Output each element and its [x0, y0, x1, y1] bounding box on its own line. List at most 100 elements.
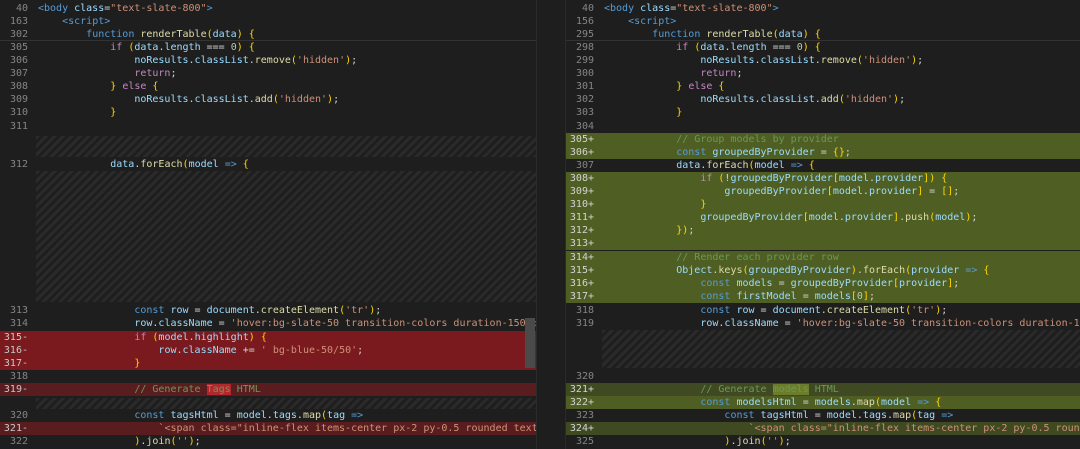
- diff-pane-modified[interactable]: 40 <body class="text-slate-800"> 156 <scr…: [566, 0, 1080, 449]
- code-token: <body: [604, 3, 641, 14]
- code-line[interactable]: 308 } else {: [0, 80, 536, 93]
- added-line[interactable]: 310+ }: [566, 198, 1080, 211]
- code-line[interactable]: 312 data.forEach(model => {: [0, 158, 536, 171]
- code-token: const: [700, 278, 737, 289]
- diff-pane-original[interactable]: 40 <body class="text-slate-800"> 163 <scr…: [0, 0, 536, 449]
- code-token: noResults: [700, 94, 755, 105]
- code-line[interactable]: 298 if (data.length === 0) {: [566, 41, 1080, 54]
- code-token: forEach: [862, 265, 906, 276]
- code-token: ;: [194, 436, 201, 447]
- code-token: row: [170, 305, 189, 316]
- code-token: tagsHtml: [760, 410, 809, 421]
- code-line[interactable]: 311: [0, 120, 536, 133]
- code-token: model: [880, 397, 912, 408]
- code-line[interactable]: 300 return;: [566, 67, 1080, 80]
- code-line[interactable]: 318 const row = document.createElement('…: [566, 304, 1080, 317]
- code-line[interactable]: 306 noResults.classList.remove('hidden')…: [0, 54, 536, 67]
- code-token: tags: [862, 410, 888, 421]
- added-line[interactable]: 315+ Object.keys(groupedByProvider).forE…: [566, 264, 1080, 277]
- added-line[interactable]: 311+ groupedByProvider[model.provider].p…: [566, 211, 1080, 224]
- code-line[interactable]: 307 return;: [0, 67, 536, 80]
- code-line[interactable]: 302 noResults.classList.add('hidden');: [566, 93, 1080, 106]
- code-line[interactable]: 307 data.forEach(model => {: [566, 159, 1080, 172]
- code-token: 'hidden': [844, 94, 894, 105]
- deleted-line[interactable]: 317- }: [0, 357, 536, 370]
- added-line[interactable]: 313+: [566, 237, 1080, 250]
- code-token: provider: [911, 265, 960, 276]
- added-line[interactable]: 321+ // Generate models HTML: [566, 383, 1080, 396]
- sticky-scroll-line[interactable]: 163 <script>: [0, 15, 536, 28]
- deleted-line[interactable]: 315- if (model.highlight) {: [0, 331, 536, 344]
- code-token: // Group models by provider: [676, 134, 839, 145]
- code-token: classList: [194, 55, 249, 66]
- added-line[interactable]: 305+ // Group models by provider: [566, 133, 1080, 146]
- code-token: provider: [868, 186, 918, 197]
- code-token: function: [652, 29, 707, 40]
- code-token: =>: [351, 410, 364, 421]
- pane-divider[interactable]: [536, 0, 566, 449]
- sticky-scroll-line[interactable]: 40 <body class="text-slate-800">: [0, 2, 536, 15]
- added-line[interactable]: 314+ // Render each provider row: [566, 251, 1080, 264]
- code-token: =: [212, 318, 231, 329]
- code-token: // Generate: [700, 384, 773, 395]
- sticky-scroll-line[interactable]: 302 function renderTable(data) {: [0, 28, 536, 41]
- added-line[interactable]: 322+ const modelsHtml = models.map(model…: [566, 396, 1080, 409]
- added-line[interactable]: 312+ });: [566, 224, 1080, 237]
- code-token: }: [110, 107, 117, 118]
- code-token: firstModel: [736, 291, 797, 302]
- code-token: remove: [254, 55, 291, 66]
- code-line[interactable]: 318: [0, 370, 536, 383]
- code-token: if: [134, 332, 153, 343]
- code-line[interactable]: 301 } else {: [566, 80, 1080, 93]
- code-token: highlight: [194, 332, 249, 343]
- code-token: // Generate: [134, 384, 207, 395]
- code-token: provider: [844, 212, 894, 223]
- code-token: data: [134, 42, 159, 53]
- code-line[interactable]: 310 }: [0, 106, 536, 119]
- code-token: add: [820, 94, 839, 105]
- code-line[interactable]: 313 const row = document.createElement('…: [0, 304, 536, 317]
- code-line[interactable]: 322 ).join('');: [0, 435, 536, 448]
- sticky-scroll-line[interactable]: 156 <script>: [566, 15, 1080, 28]
- code-token: =: [772, 278, 791, 289]
- added-line[interactable]: 317+ const firstModel = models[0];: [566, 290, 1080, 303]
- code-line[interactable]: 319 row.className = 'hover:bg-slate-50 t…: [566, 317, 1080, 330]
- code-token: model: [935, 212, 966, 223]
- code-line[interactable]: 305 if (data.length === 0) {: [0, 41, 536, 54]
- deleted-line[interactable]: 321- `<span class="inline-flex items-cen…: [0, 422, 536, 435]
- added-line[interactable]: 306+ const groupedByProvider = {};: [566, 146, 1080, 159]
- code-token: provider: [899, 278, 948, 289]
- code-token: ;: [375, 305, 382, 316]
- code-line[interactable]: 303 }: [566, 106, 1080, 119]
- added-line[interactable]: 324+ `<span class="inline-flex items-cen…: [566, 422, 1080, 435]
- code-line[interactable]: 320 const tagsHtml = model.tags.map(tag …: [0, 409, 536, 422]
- added-line[interactable]: 316+ const models = groupedByProvider[pr…: [566, 277, 1080, 290]
- sticky-scroll-line[interactable]: 295 function renderTable(data) {: [566, 28, 1080, 41]
- code-line[interactable]: 309 noResults.classList.add('hidden');: [0, 93, 536, 106]
- code-line[interactable]: 323 const tagsHtml = model.tags.map(tag …: [566, 409, 1080, 422]
- code-token: if: [700, 173, 719, 184]
- deleted-line[interactable]: 319- // Generate Tags HTML: [0, 383, 536, 396]
- added-line[interactable]: 308+ if (!groupedByProvider[model.provid…: [566, 172, 1080, 185]
- added-line[interactable]: 309+ groupedByProvider[model.provider] =…: [566, 185, 1080, 198]
- code-line[interactable]: 304: [566, 120, 1080, 133]
- code-line[interactable]: 314 row.className = 'hover:bg-slate-50 t…: [0, 317, 536, 330]
- code-line[interactable]: 320: [566, 370, 1080, 383]
- sticky-scroll-line[interactable]: 40 <body class="text-slate-800">: [566, 2, 1080, 15]
- diff-filler: [36, 171, 536, 302]
- deleted-line[interactable]: 316- row.className += ' bg-blue-50/50';: [0, 344, 536, 357]
- code-token: renderTable: [706, 29, 773, 40]
- code-line[interactable]: 299 noResults.classList.remove('hidden')…: [566, 54, 1080, 67]
- scrollbar-thumb[interactable]: [525, 318, 535, 368]
- code-line[interactable]: 325 ).join('');: [566, 435, 1080, 448]
